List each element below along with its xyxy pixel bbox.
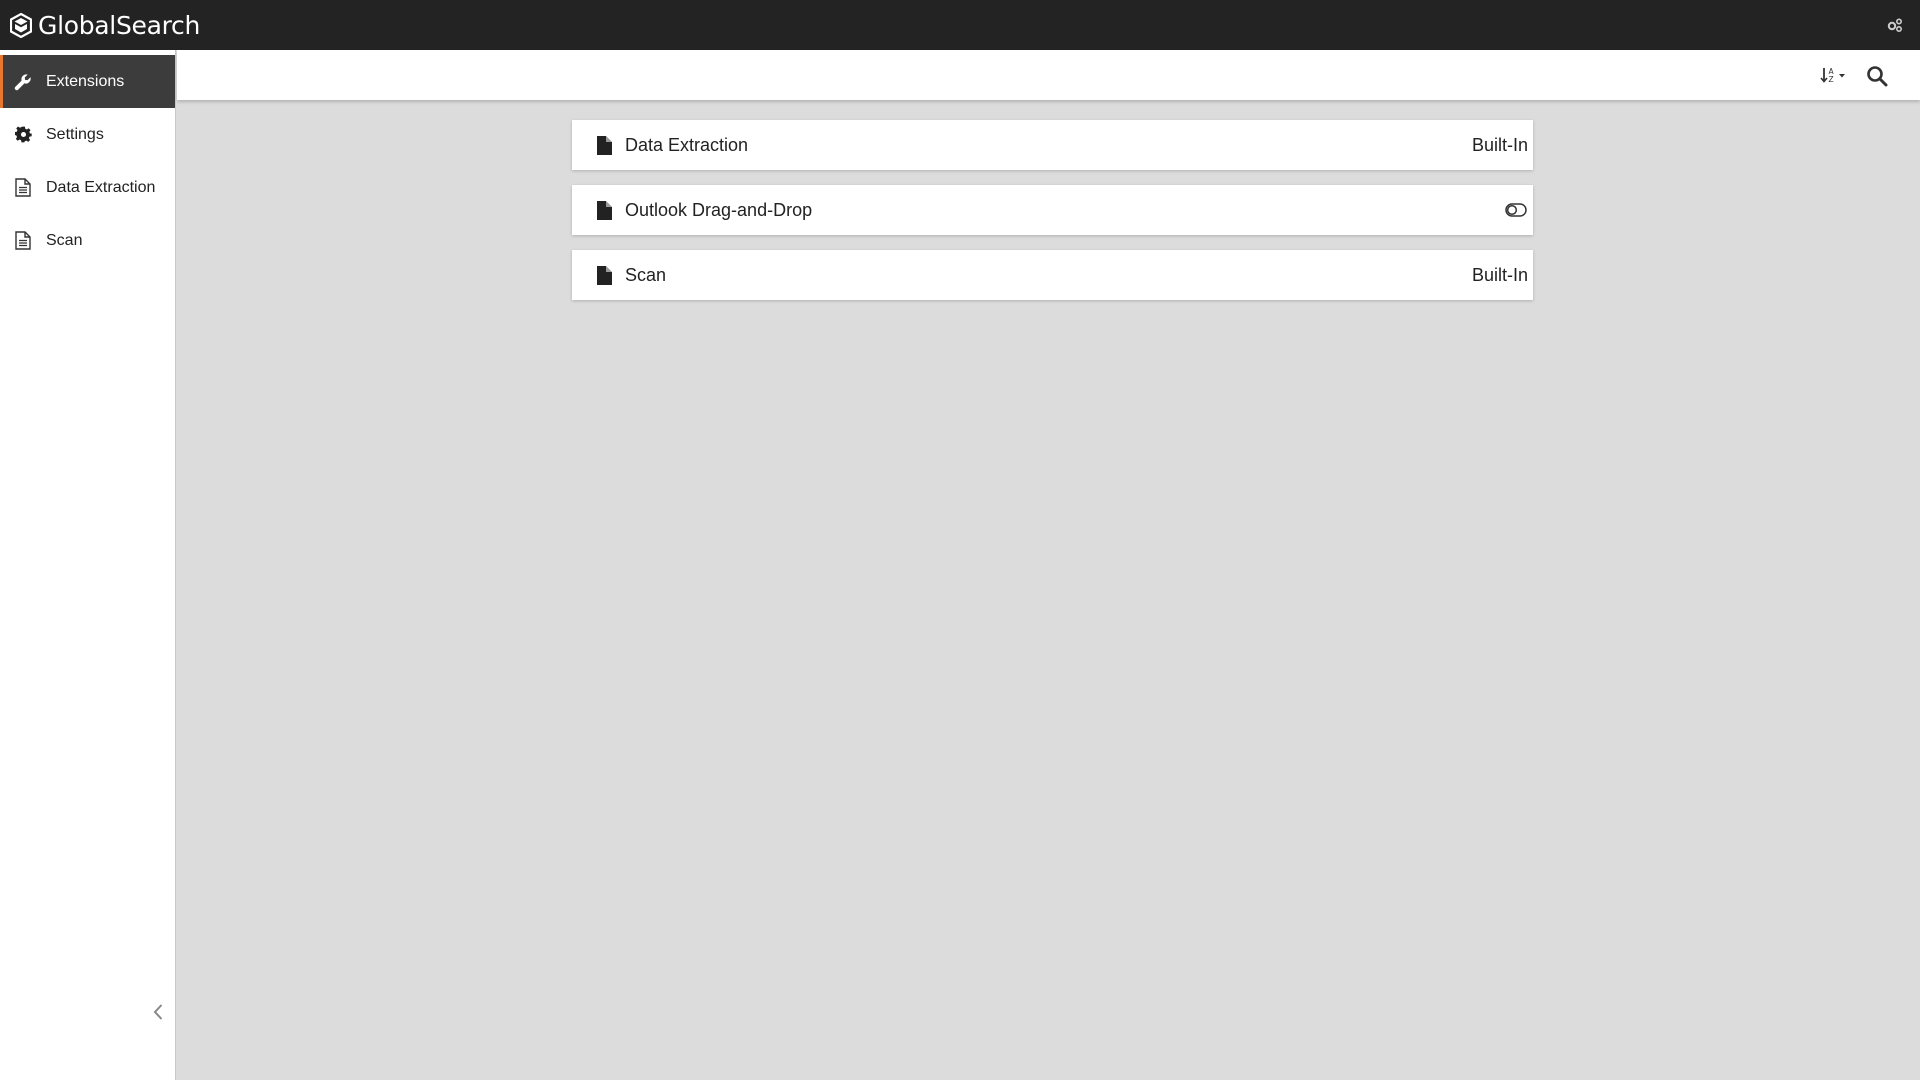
sort-dropdown-button[interactable]: A Z: [1819, 63, 1849, 87]
extension-row-outlook-drag-and-drop[interactable]: Outlook Drag-and-Drop: [572, 185, 1533, 235]
share-gears-button[interactable]: [1870, 0, 1920, 50]
extension-name: Scan: [625, 264, 667, 285]
document-outline-icon: [13, 178, 33, 198]
logo-hexagon-icon: [10, 12, 32, 38]
share-gears-icon: [1887, 18, 1903, 32]
sidebar-item-label: Settings: [46, 125, 104, 143]
svg-text:Z: Z: [1829, 75, 1834, 84]
sidebar: Extensions Settings Data Extraction Scan: [0, 50, 176, 1080]
sidebar-item-scan[interactable]: Scan: [0, 214, 175, 267]
file-icon: [595, 135, 613, 155]
document-outline-icon: [13, 231, 33, 251]
extension-row-data-extraction[interactable]: Data Extraction Built-In: [572, 120, 1533, 170]
search-icon: [1867, 66, 1888, 87]
search-button[interactable]: [1864, 63, 1890, 89]
sort-alpha-dropdown-icon: A Z: [1820, 67, 1845, 84]
extension-row-scan[interactable]: Scan Built-In: [572, 250, 1533, 300]
sidebar-item-settings[interactable]: Settings: [0, 108, 175, 161]
file-icon: [595, 200, 613, 220]
app-title: GlobalSearch: [38, 10, 201, 40]
sidebar-item-label: Scan: [46, 231, 83, 249]
file-icon: [595, 265, 613, 285]
app-logo[interactable]: GlobalSearch: [10, 11, 200, 40]
top-bar: GlobalSearch: [0, 0, 1920, 50]
toggle-off-icon: [1505, 203, 1527, 217]
extension-name: Outlook Drag-and-Drop: [625, 199, 813, 220]
collapse-sidebar-button[interactable]: [148, 1000, 168, 1024]
extension-name: Data Extraction: [625, 134, 749, 155]
sidebar-item-label: Data Extraction: [46, 178, 156, 196]
sidebar-item-label: Extensions: [46, 72, 125, 90]
wrench-icon: [13, 72, 33, 92]
enable-toggle[interactable]: [1504, 202, 1528, 218]
toolbar: [177, 50, 1920, 100]
extensions-list: Data Extraction Built-In Outlook Drag-an…: [572, 120, 1533, 315]
sidebar-item-extensions[interactable]: Extensions: [0, 55, 175, 108]
extension-status-badge: Built-In: [1471, 134, 1528, 155]
gear-icon: [13, 125, 33, 145]
extension-status-badge: Built-In: [1471, 264, 1528, 285]
sidebar-item-data-extraction[interactable]: Data Extraction: [0, 161, 175, 214]
chevron-left-icon: [153, 1004, 163, 1020]
